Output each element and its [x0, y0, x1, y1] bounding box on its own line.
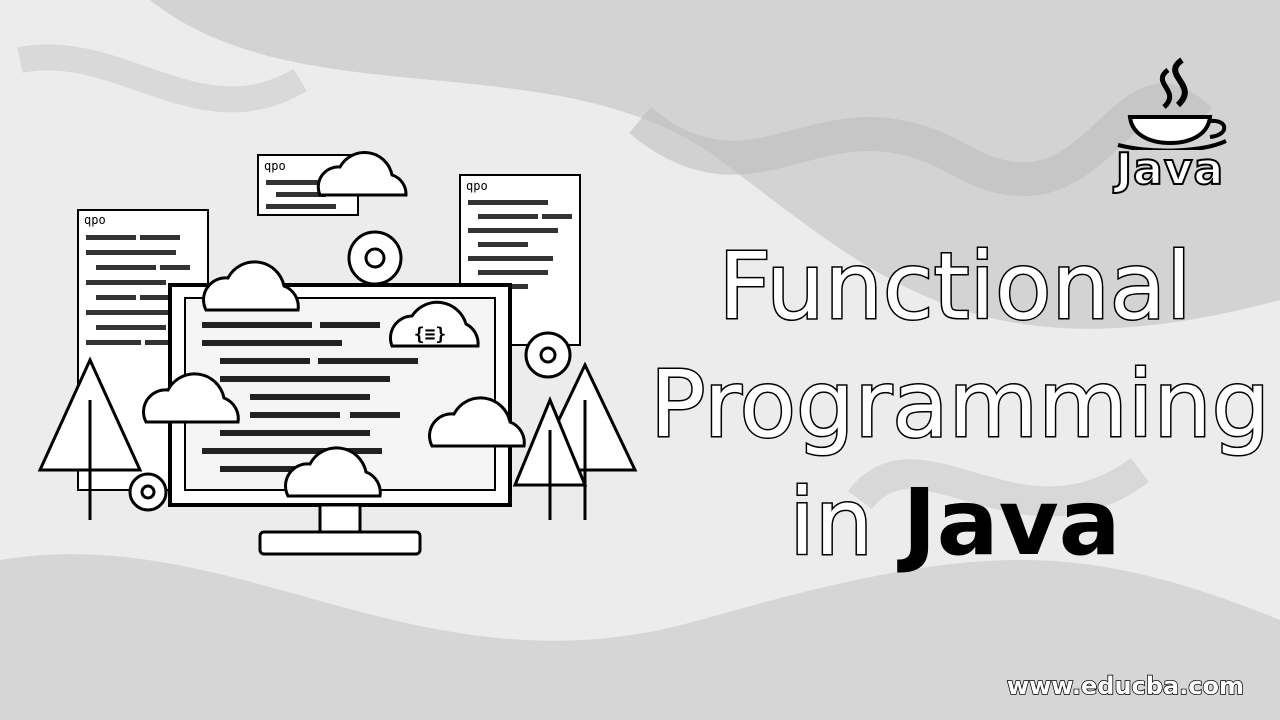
- site-url: www.educba.com: [1006, 671, 1245, 701]
- code-tag-left: qpo: [84, 213, 106, 227]
- java-logo-word: Java: [1115, 143, 1225, 196]
- java-coffee-cup-icon: [1117, 57, 1227, 153]
- code-tag-right: qpo: [466, 179, 488, 193]
- title-emphasis: Java: [902, 469, 1121, 576]
- cloud-icon: [202, 260, 300, 312]
- gear-icon: [524, 331, 572, 379]
- title-line-1: Functional: [717, 232, 1193, 342]
- page-title: Functional Programming in Java: [649, 228, 1272, 582]
- java-logo: Java: [1090, 55, 1250, 196]
- title-prefix: in: [788, 468, 875, 578]
- gear-icon: [347, 230, 403, 286]
- illustration: qpo qpo qpo {≡}: [37, 150, 638, 556]
- title-line-2: Programming: [649, 350, 1272, 460]
- cloud-badge-label: {≡}: [414, 324, 447, 345]
- gear-icon: [128, 472, 168, 512]
- code-tag-top: qpo: [264, 159, 286, 173]
- title-line-3: in Java: [650, 464, 1260, 582]
